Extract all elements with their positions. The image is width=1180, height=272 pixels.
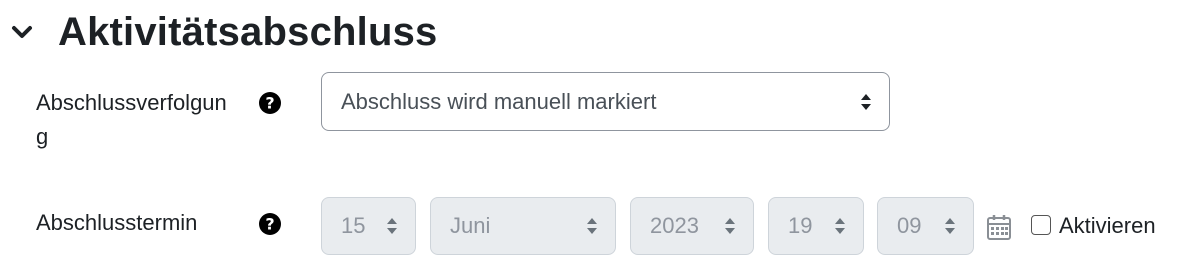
completion-tracking-label-line2: g xyxy=(36,124,49,149)
chevron-down-icon[interactable] xyxy=(8,18,36,46)
enable-checkbox[interactable] xyxy=(1031,215,1051,235)
help-icon[interactable]: ? xyxy=(258,212,282,236)
select-arrows-icon xyxy=(860,93,872,111)
section-title: Aktivitätsabschluss xyxy=(58,9,438,54)
completion-date-label: Abschlusstermin xyxy=(36,210,198,235)
select-arrows-icon xyxy=(834,217,846,235)
hour-select[interactable]: 19 xyxy=(768,197,864,255)
month-value: Juni xyxy=(450,213,491,238)
year-value: 2023 xyxy=(650,213,699,238)
calendar-icon xyxy=(986,213,1012,241)
month-select[interactable]: Juni xyxy=(430,197,616,255)
svg-text:?: ? xyxy=(265,215,274,234)
day-value: 15 xyxy=(341,213,366,238)
completion-tracking-selected-value: Abschluss wird manuell markiert xyxy=(341,88,657,114)
year-select[interactable]: 2023 xyxy=(630,197,754,255)
completion-tracking-select[interactable]: Abschluss wird manuell markiert xyxy=(321,72,890,131)
select-arrows-icon xyxy=(944,217,956,235)
enable-checkbox-label[interactable]: Aktivieren xyxy=(1059,209,1156,243)
select-arrows-icon xyxy=(586,217,598,235)
completion-tracking-label: Abschlussverfolgun g xyxy=(36,86,227,154)
minute-value: 09 xyxy=(897,213,922,238)
hour-value: 19 xyxy=(788,213,813,238)
day-select[interactable]: 15 xyxy=(321,197,416,255)
section-header: Aktivitätsabschluss xyxy=(8,8,438,56)
completion-tracking-label-line1: Abschlussverfolgun xyxy=(36,90,227,115)
help-icon[interactable]: ? xyxy=(258,91,282,115)
select-arrows-icon xyxy=(724,217,736,235)
select-arrows-icon xyxy=(386,217,398,235)
svg-text:?: ? xyxy=(265,94,274,113)
minute-select[interactable]: 09 xyxy=(877,197,974,255)
